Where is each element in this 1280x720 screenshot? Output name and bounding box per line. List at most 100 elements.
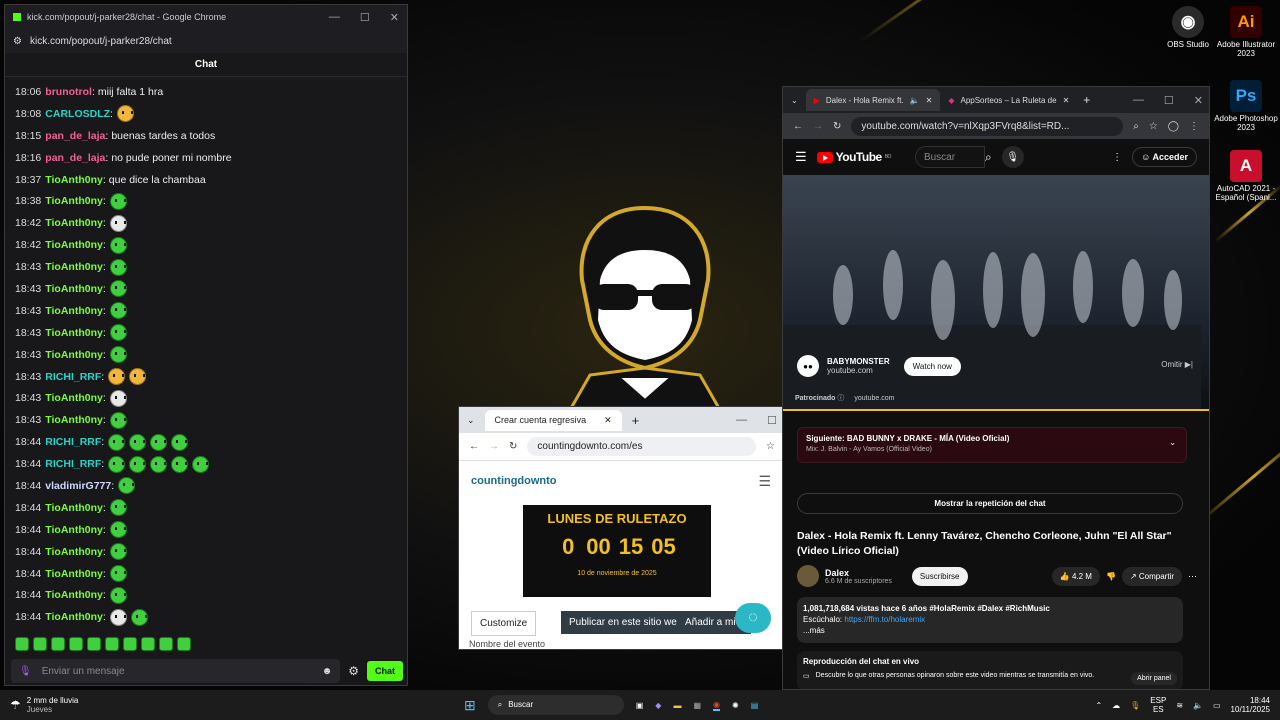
message-username[interactable]: TioAnth0ny: [45, 502, 103, 514]
send-chat-button[interactable]: Chat: [367, 661, 403, 681]
windows-start-icon[interactable]: ⊞: [464, 697, 476, 714]
message-username[interactable]: TioAnth0ny: [45, 392, 103, 404]
info-icon[interactable]: ⓘ: [837, 395, 846, 402]
onedrive-icon[interactable]: ☁: [1112, 701, 1120, 710]
maximize-icon[interactable]: ☐: [360, 11, 370, 24]
clock[interactable]: 18:44 10/11/2025: [1231, 696, 1270, 714]
more-button[interactable]: ...más: [803, 625, 1177, 636]
message-username[interactable]: TioAnth0ny: [45, 174, 103, 186]
message-username[interactable]: TioAnth0ny: [45, 217, 103, 229]
quick-emote-icon[interactable]: [141, 637, 155, 651]
message-username[interactable]: TioAnth0ny: [45, 327, 103, 339]
desktop-icon-obs[interactable]: ◉ OBS Studio: [1156, 6, 1220, 49]
settings-gear-icon[interactable]: ⚙: [348, 664, 359, 678]
message-username[interactable]: TioAnth0ny: [45, 546, 103, 558]
quick-emote-icon[interactable]: [51, 637, 65, 651]
message-username[interactable]: TioAnth0ny: [45, 195, 103, 207]
tab-list-icon[interactable]: ⌄: [467, 415, 475, 426]
quick-emote-icon[interactable]: [15, 637, 29, 651]
wifi-icon[interactable]: ≋: [1176, 701, 1183, 710]
close-icon[interactable]: ✕: [390, 11, 399, 24]
reload-icon[interactable]: ↻: [833, 121, 841, 132]
url-field[interactable]: countingdownto.com/es: [527, 437, 757, 456]
search-input[interactable]: Buscar: [914, 146, 985, 168]
share-button[interactable]: ↗ Compartir: [1121, 566, 1182, 586]
channel-avatar[interactable]: [797, 565, 819, 587]
forward-icon[interactable]: →: [813, 121, 823, 132]
chat-message-list[interactable]: 18:06 brunotrol: miij falta 1 hra 18:08 CARL…: [5, 77, 407, 632]
store-icon[interactable]: ▦: [693, 701, 701, 710]
quick-emote-icon[interactable]: [159, 637, 173, 651]
desktop-icon-photoshop[interactable]: Ps Adobe Photoshop 2023: [1214, 80, 1278, 132]
message-username[interactable]: RICHI_RRF: [45, 371, 101, 383]
message-username[interactable]: TioAnth0ny: [45, 261, 103, 273]
search-icon[interactable]: ⌕: [985, 150, 992, 165]
video-player[interactable]: ●● BABYMONSTER youtube.com Watch now Omi…: [783, 175, 1209, 411]
message-username[interactable]: pan_de_laja: [45, 152, 105, 164]
subscribe-button[interactable]: Suscribirse: [911, 566, 968, 586]
customize-button[interactable]: Customize: [471, 611, 537, 636]
dislike-icon[interactable]: 👎: [1106, 572, 1116, 581]
minimize-icon[interactable]: —: [1133, 94, 1144, 107]
forward-icon[interactable]: →: [489, 441, 499, 452]
description-box[interactable]: 1,081,718,684 vistas hace 6 años #HolaRe…: [797, 597, 1183, 643]
volume-icon[interactable]: 🔈: [1193, 701, 1203, 710]
message-username[interactable]: brunotrol: [45, 86, 92, 98]
maximize-icon[interactable]: ☐: [1164, 94, 1174, 107]
message-username[interactable]: pan_de_laja: [45, 130, 105, 142]
quick-emote-icon[interactable]: [69, 637, 83, 651]
message-username[interactable]: TioAnth0ny: [45, 524, 103, 536]
language-indicator[interactable]: ESP ES: [1150, 696, 1166, 714]
watch-now-button[interactable]: Watch now: [903, 356, 961, 376]
chevron-up-icon[interactable]: ⌃: [1095, 701, 1102, 710]
quick-emote-icon[interactable]: [123, 637, 137, 651]
quick-emote-icon[interactable]: [33, 637, 47, 651]
quick-emote-icon[interactable]: [105, 637, 119, 651]
new-tab-icon[interactable]: +: [1083, 93, 1090, 107]
hamburger-menu-icon[interactable]: ☰: [758, 473, 771, 490]
address-bar[interactable]: ⚙ kick.com/popout/j-parker28/chat: [5, 29, 407, 53]
message-username[interactable]: TioAnth0ny: [45, 239, 103, 251]
more-vert-icon[interactable]: ⋮: [1112, 152, 1122, 163]
desktop-icon-illustrator[interactable]: Ai Adobe Illustrator 2023: [1214, 6, 1278, 58]
tab-list-icon[interactable]: ⌄: [791, 96, 798, 105]
maximize-icon[interactable]: ☐: [767, 414, 777, 427]
microphone-icon[interactable]: 🎙: [19, 666, 32, 677]
signin-button[interactable]: ☺ Acceder: [1132, 147, 1197, 167]
up-next-panel[interactable]: Siguiente: BAD BUNNY x DRAKE - MÍA (Vide…: [797, 427, 1187, 463]
task-view-icon[interactable]: ▣: [636, 701, 644, 710]
message-username[interactable]: RICHI_RRF: [45, 458, 101, 470]
message-username[interactable]: RICHI_RRF: [45, 436, 101, 448]
back-icon[interactable]: ←: [469, 441, 479, 452]
close-tab-icon[interactable]: ✕: [1063, 96, 1070, 105]
quick-emote-icon[interactable]: [177, 637, 191, 651]
close-tab-icon[interactable]: ✕: [604, 415, 612, 426]
weather-widget[interactable]: ☂ 2 mm de lluvia Jueves: [10, 696, 78, 714]
tab-countdown[interactable]: Crear cuenta regresiva ✕: [484, 409, 622, 431]
message-username[interactable]: CARLOSDLZ: [45, 108, 110, 120]
message-username[interactable]: TioAnth0ny: [45, 589, 103, 601]
open-panel-button[interactable]: Abrir panel: [1131, 672, 1177, 685]
message-username[interactable]: TioAnth0ny: [45, 414, 103, 426]
new-tab-icon[interactable]: +: [632, 413, 640, 428]
publish-button[interactable]: Publicar en este sitio web: [561, 611, 691, 634]
close-tab-icon[interactable]: ✕: [926, 96, 933, 105]
channel-name[interactable]: Dalex: [825, 568, 892, 578]
youtube-logo[interactable]: YouTube BO: [816, 150, 891, 164]
chat-input[interactable]: 🎙 Enviar un mensaje ☻: [11, 659, 341, 683]
chatgpt-icon[interactable]: ✺: [732, 701, 739, 710]
more-horiz-icon[interactable]: ⋯: [1188, 571, 1197, 582]
message-username[interactable]: TioAnth0ny: [45, 349, 103, 361]
countingdownto-logo[interactable]: countingdownto: [471, 475, 557, 487]
close-icon[interactable]: ✕: [1194, 94, 1203, 107]
quick-emote-icon[interactable]: [87, 637, 101, 651]
message-username[interactable]: vladimirG777: [45, 480, 111, 492]
microphone-icon[interactable]: 🎙: [1130, 701, 1140, 710]
notepad-icon[interactable]: ▤: [751, 701, 759, 710]
site-settings-icon[interactable]: ⚙: [13, 36, 22, 47]
show-chat-replay-button[interactable]: Mostrar la repetición del chat: [797, 493, 1183, 514]
file-explorer-icon[interactable]: ▬: [673, 701, 681, 710]
message-username[interactable]: TioAnth0ny: [45, 568, 103, 580]
chevron-down-icon[interactable]: ⌄: [1169, 438, 1176, 447]
microphone-icon[interactable]: 🎙: [1001, 146, 1024, 168]
